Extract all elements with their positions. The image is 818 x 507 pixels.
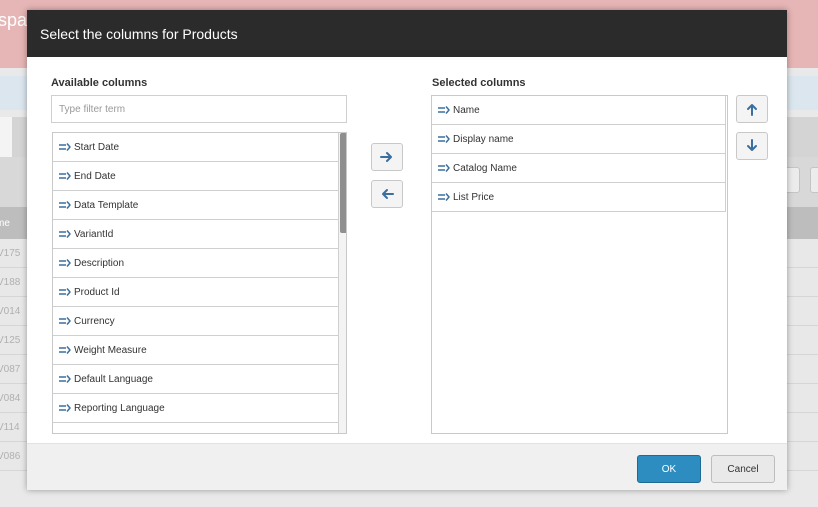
column-field-icon xyxy=(59,258,71,268)
column-item-label: Catalog Name xyxy=(453,162,517,174)
dialog-footer: OK Cancel xyxy=(27,443,787,490)
column-list-item[interactable]: Name xyxy=(432,96,726,125)
background-row-id: V175 xyxy=(0,248,21,259)
selected-columns-title: Selected columns xyxy=(432,77,526,89)
column-list-item[interactable]: Weight Measure xyxy=(53,336,339,365)
column-field-icon xyxy=(59,374,71,384)
background-row-id: V084 xyxy=(0,393,21,404)
background-row-id: V114 xyxy=(0,422,20,433)
column-item-label: Default Language xyxy=(74,373,153,385)
column-list-item[interactable]: Reporting Language xyxy=(53,394,339,423)
arrow-up-icon xyxy=(747,104,757,116)
arrow-down-icon xyxy=(747,139,757,151)
column-list-item[interactable]: Catalog Name xyxy=(432,154,726,183)
column-list-item[interactable]: Description xyxy=(53,249,339,278)
column-item-label: Weight Measure xyxy=(74,344,147,356)
column-item-label: Start Date xyxy=(74,141,120,153)
column-field-icon xyxy=(59,432,71,433)
background-row-id: V188 xyxy=(0,277,21,288)
column-list-item[interactable]: Data Template xyxy=(53,191,339,220)
column-item-label: Display name xyxy=(453,133,514,145)
column-field-icon xyxy=(59,316,71,326)
column-list-item[interactable]: Display name xyxy=(432,125,726,154)
column-field-icon xyxy=(59,171,71,181)
column-field-icon xyxy=(59,142,71,152)
background-row-id: V014 xyxy=(0,306,21,317)
column-item-label: Items Per Page xyxy=(74,432,143,434)
column-field-icon xyxy=(438,105,450,115)
background-title: spa xyxy=(0,10,28,30)
column-list-item[interactable]: Start Date xyxy=(53,133,339,162)
column-item-label: Data Template xyxy=(74,199,139,211)
column-list-item[interactable]: Items Per Page xyxy=(53,423,339,434)
dialog-title: Select the columns for Products xyxy=(40,26,238,42)
column-list-item[interactable]: Default Language xyxy=(53,365,339,394)
select-columns-dialog: Select the columns for Products Availabl… xyxy=(27,10,787,490)
column-list-item[interactable]: Product Id xyxy=(53,278,339,307)
move-up-button[interactable] xyxy=(736,95,768,123)
arrow-right-icon xyxy=(380,152,392,162)
column-item-label: Currency xyxy=(74,315,115,327)
add-column-button[interactable] xyxy=(371,143,403,171)
column-item-label: End Date xyxy=(74,170,116,182)
background-row-id: V087 xyxy=(0,364,21,375)
column-item-label: VariantId xyxy=(74,228,114,240)
column-item-label: Description xyxy=(74,257,125,269)
background-tab xyxy=(0,117,12,157)
selected-columns-list[interactable]: Name Display name Catalog Name List Price xyxy=(431,95,728,434)
dialog-body: Available columns Start Date End Date Data… xyxy=(27,57,787,443)
remove-column-button[interactable] xyxy=(371,180,403,208)
cancel-button[interactable]: Cancel xyxy=(711,455,775,483)
background-grid-header-label: me xyxy=(0,218,10,229)
background-row-id: V125 xyxy=(0,335,21,346)
column-list-item[interactable]: VariantId xyxy=(53,220,339,249)
column-field-icon xyxy=(59,403,71,413)
arrow-left-icon xyxy=(382,189,394,199)
column-field-icon xyxy=(59,200,71,210)
available-columns-list[interactable]: Start Date End Date Data Template VariantId… xyxy=(52,132,347,434)
column-field-icon xyxy=(59,287,71,297)
column-field-icon xyxy=(438,192,450,202)
available-list-scrollbar[interactable] xyxy=(339,133,346,433)
column-field-icon xyxy=(59,229,71,239)
ok-button[interactable]: OK xyxy=(637,455,701,483)
dialog-header: Select the columns for Products xyxy=(27,10,787,57)
column-list-item[interactable]: Currency xyxy=(53,307,339,336)
column-item-label: Reporting Language xyxy=(74,402,165,414)
column-item-label: Name xyxy=(453,104,480,116)
background-toolbar-button xyxy=(810,167,818,193)
background-row-id: V086 xyxy=(0,451,21,462)
move-down-button[interactable] xyxy=(736,132,768,160)
column-item-label: List Price xyxy=(453,191,495,203)
column-list-item[interactable]: List Price xyxy=(432,183,726,212)
column-item-label: Product Id xyxy=(74,286,120,298)
column-field-icon xyxy=(59,345,71,355)
column-list-item[interactable]: End Date xyxy=(53,162,339,191)
scrollbar-thumb[interactable] xyxy=(340,133,346,233)
column-field-icon xyxy=(438,134,450,144)
filter-input[interactable] xyxy=(51,95,347,123)
available-columns-title: Available columns xyxy=(51,77,148,89)
column-field-icon xyxy=(438,163,450,173)
